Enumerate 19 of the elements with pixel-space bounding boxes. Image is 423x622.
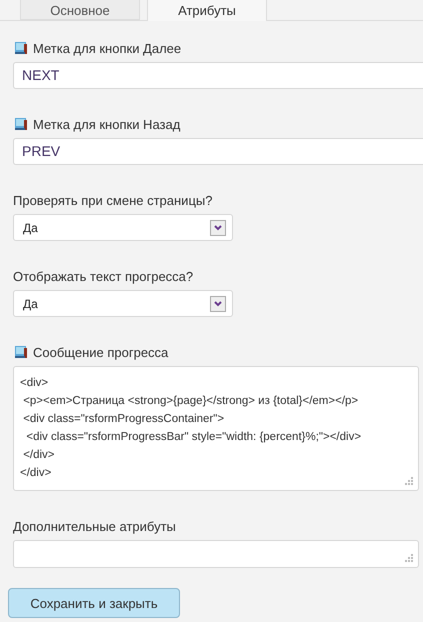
tab[interactable]: Основное [20, 0, 140, 20]
dropdown[interactable]: Да [13, 214, 233, 241]
text-field[interactable]: NEXT [13, 62, 423, 89]
chevron-down-icon [210, 296, 226, 312]
tab[interactable]: Атрибуты [147, 0, 267, 21]
text-field[interactable]: PREV [13, 138, 423, 165]
field-label: Сообщение прогресса [33, 344, 168, 360]
resize-grip-icon [405, 554, 413, 562]
field-label: Проверять при смене страницы? [13, 192, 212, 208]
resize-grip-icon [405, 477, 413, 485]
save-button[interactable]: Сохранить и закрыть [8, 588, 180, 618]
field-label: Дополнительные атрибуты [13, 518, 176, 534]
dropdown[interactable]: Да [13, 290, 233, 317]
text-area[interactable]: <div> <p><em>Страница <strong>{page}</strong> из {total}</em></p> <div class="rsformProgressContainer"> <div class="rsformProgressBar" style="width: {percent}%;"></div> </div> </div> [13, 366, 419, 491]
field-label: Отображать текст прогресса? [13, 268, 194, 284]
field-label: Метка для кнопки Назад [33, 116, 180, 132]
field-label: Метка для кнопки Далее [33, 40, 182, 56]
chevron-down-icon [210, 220, 226, 236]
text-area[interactable] [13, 540, 419, 568]
